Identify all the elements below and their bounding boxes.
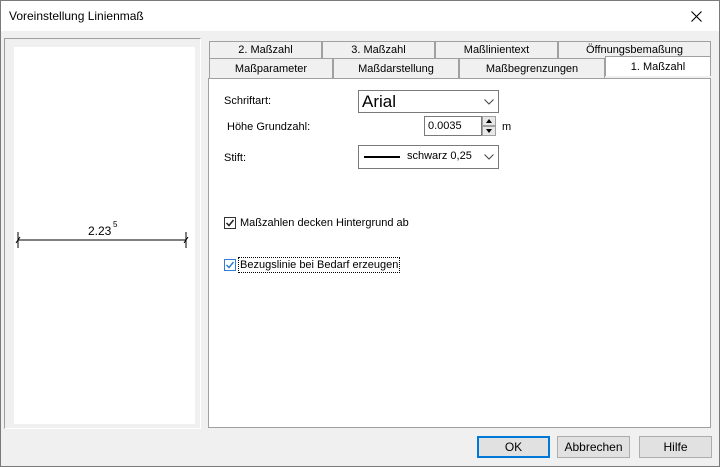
help-button[interactable]: Hilfe <box>639 436 712 458</box>
tab-label: Maßparameter <box>234 63 308 75</box>
pen-label: Stift: <box>224 152 247 164</box>
tab-massdarstellung[interactable]: Maßdarstellung <box>333 58 459 78</box>
spin-down-icon <box>486 129 492 133</box>
cancel-button[interactable]: Abbrechen <box>557 436 630 458</box>
chevron-down-icon <box>484 98 494 105</box>
spin-down-button[interactable] <box>482 126 496 136</box>
checkmark-icon <box>225 219 235 227</box>
tab-label: 3. Maßzahl <box>351 44 406 56</box>
dimension-superscript: 5 <box>113 220 118 229</box>
background-checkbox-label: Maßzahlen decken Hintergrund ab <box>240 217 409 229</box>
background-checkbox[interactable] <box>224 217 236 229</box>
height-unit: m <box>502 121 512 133</box>
font-combobox[interactable]: Arial <box>358 90 499 113</box>
tab-1-masszahl[interactable]: 1. Maßzahl <box>605 56 711 76</box>
title-bar: Voreinstellung Linienmaß <box>1 1 719 31</box>
tab-label: Maßdarstellung <box>358 63 434 75</box>
tab-label: Maßlinientext <box>463 44 530 56</box>
spin-up-icon <box>486 119 492 123</box>
pen-combobox[interactable]: schwarz 0,25 <box>358 145 499 169</box>
tab-label: Öffnungsbemaßung <box>585 44 684 56</box>
reference-line-checkbox-label: Bezugslinie bei Bedarf erzeugen <box>238 257 401 273</box>
pen-value: schwarz 0,25 <box>407 150 472 162</box>
tab-masslinientext[interactable]: Maßlinientext <box>435 41 558 58</box>
close-button[interactable] <box>673 1 719 31</box>
tab-3-masszahl[interactable]: 3. Maßzahl <box>322 41 435 58</box>
font-value: Arial <box>362 92 397 111</box>
dimension-value: 2.23 <box>88 224 112 238</box>
tab-label: 2. Maßzahl <box>238 44 293 56</box>
checkmark-icon <box>225 261 235 269</box>
height-label: Höhe Grundzahl: <box>227 121 311 133</box>
chevron-down-icon <box>484 154 494 160</box>
tab-2-masszahl[interactable]: 2. Maßzahl <box>209 41 322 58</box>
tab-massbegrenzungen[interactable]: Maßbegrenzungen <box>459 58 605 78</box>
window-title: Voreinstellung Linienmaß <box>9 9 144 23</box>
height-spinner <box>482 116 496 136</box>
close-icon <box>690 10 702 22</box>
font-label: Schriftart: <box>224 95 272 107</box>
ok-button[interactable]: OK <box>477 436 550 458</box>
tab-label: Maßbegrenzungen <box>485 63 579 75</box>
pen-line-sample <box>364 156 400 158</box>
spin-up-button[interactable] <box>482 116 496 126</box>
reference-line-checkbox[interactable] <box>224 259 236 271</box>
height-input[interactable]: 0.0035 <box>424 116 482 136</box>
tab-massparameter[interactable]: Maßparameter <box>209 58 333 78</box>
tab-label: 1. Maßzahl <box>630 61 686 73</box>
